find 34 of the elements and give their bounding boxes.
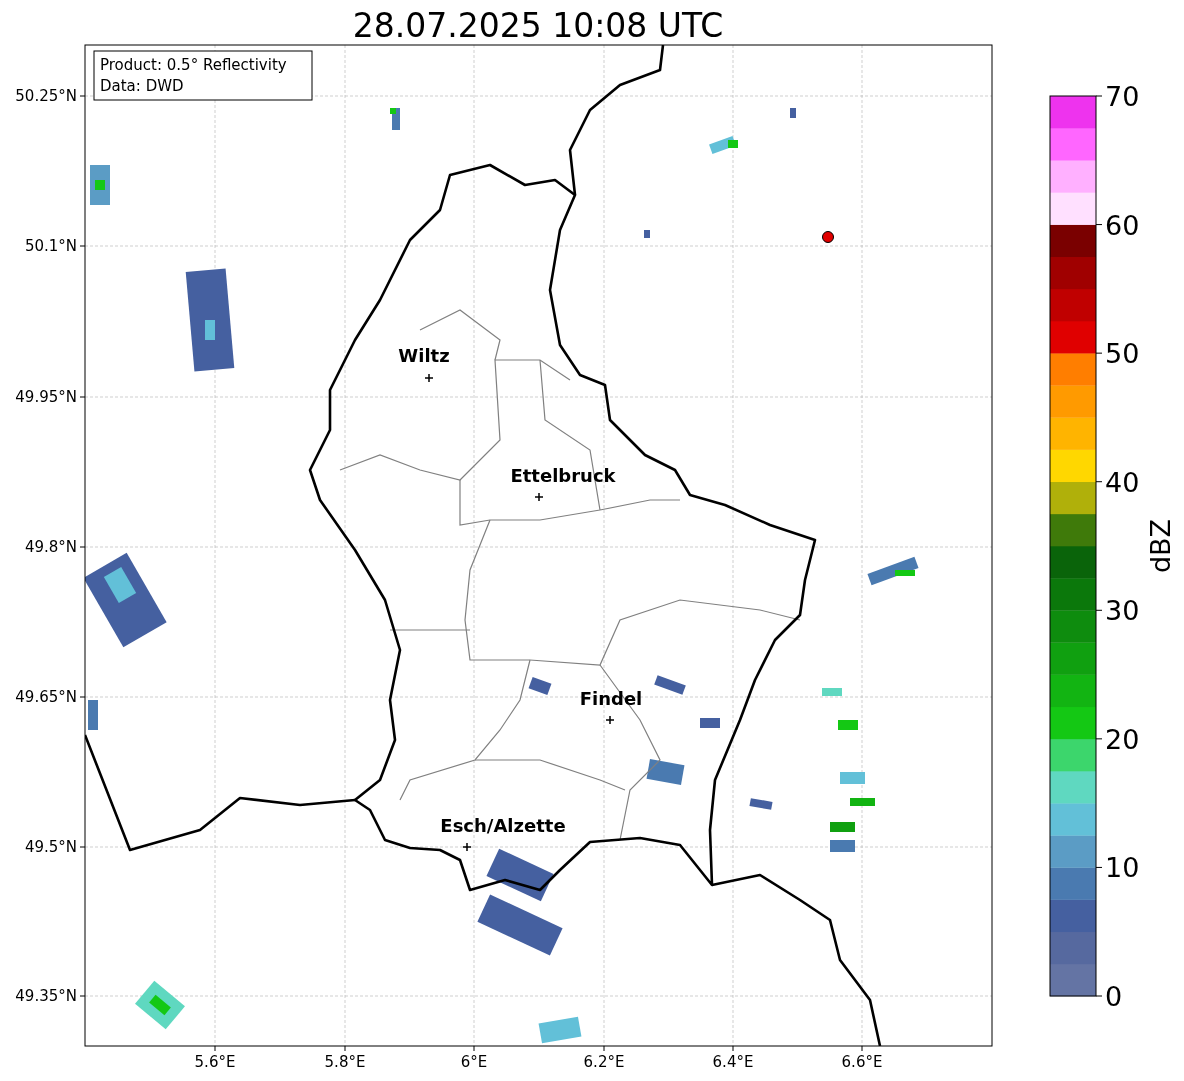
city-marker-icon [605,715,615,725]
x-tick-label: 6.6°E [841,1053,883,1071]
colorbar-tick-label: 60 [1105,209,1140,241]
y-tick-label: 49.8°N [24,538,77,556]
x-tick-label: 6.2°E [583,1053,625,1071]
y-tick-label: 49.5°N [24,838,77,856]
colorbar-tick-label: 30 [1105,595,1140,627]
y-tick-label: 50.1°N [24,237,77,255]
colorbar-tick-label: 40 [1105,466,1140,498]
city-label: Ettelbruck [510,465,616,486]
city-label: Wiltz [398,345,450,366]
city-marker-icon [462,842,472,852]
x-tick-label: 5.8°E [324,1053,366,1071]
info-text: Product: 0.5° Reflectivity [100,56,287,74]
radar-site-marker-icon [822,231,834,243]
colorbar-tick-label: 20 [1105,723,1140,755]
city-label: Esch/Alzette [440,815,566,836]
colorbar-tick-label: 10 [1105,852,1140,884]
colorbar-tick-label: 50 [1105,338,1140,370]
chart-title: 28.07.2025 10:08 UTC [352,6,724,45]
x-tick-label: 6°E [460,1053,488,1071]
y-tick-label: 49.65°N [15,688,77,706]
info-text: Data: DWD [100,77,184,95]
y-tick-label: 50.25°N [15,87,77,105]
city-marker-icon [424,373,434,383]
y-tick-label: 49.95°N [15,388,77,406]
city-label: Findel [579,688,643,709]
x-tick-label: 5.6°E [194,1053,236,1071]
colorbar-axis-label: dBZ [1145,518,1176,574]
colorbar-tick-label: 70 [1105,81,1140,112]
city-marker-icon [534,492,544,502]
x-tick-label: 6.4°E [712,1053,754,1071]
colorbar-tick-label: 0 [1105,981,1123,1012]
y-tick-label: 49.35°N [15,987,77,1005]
